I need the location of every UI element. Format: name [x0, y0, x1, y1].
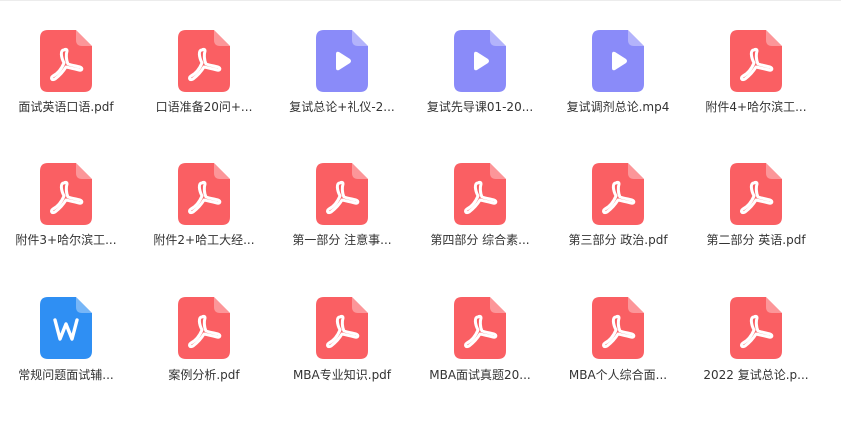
- file-item[interactable]: 复试先导课01-20...: [415, 28, 545, 138]
- file-item[interactable]: 第二部分 英语.pdf: [691, 161, 821, 271]
- pdf-icon: [178, 297, 230, 359]
- file-name: MBA个人综合面...: [568, 368, 668, 382]
- file-item[interactable]: MBA专业知识.pdf: [277, 295, 407, 405]
- file-item[interactable]: 第三部分 政治.pdf: [553, 161, 683, 271]
- file-name: 附件3+哈尔滨工...: [15, 233, 117, 247]
- file-name: 第四部分 综合素...: [430, 233, 530, 247]
- file-item[interactable]: MBA面试真题20...: [415, 295, 545, 405]
- file-name: 第二部分 英语.pdf: [706, 233, 806, 247]
- play-icon: [316, 30, 368, 92]
- pdf-icon: [178, 30, 230, 92]
- file-name: 面试英语口语.pdf: [18, 100, 114, 114]
- file-item[interactable]: 附件3+哈尔滨工...: [1, 161, 131, 271]
- file-item[interactable]: 复试调剂总论.mp4: [553, 28, 683, 138]
- file-item[interactable]: 面试英语口语.pdf: [1, 28, 131, 138]
- file-item[interactable]: 附件4+哈尔滨工...: [691, 28, 821, 138]
- play-icon: [592, 30, 644, 92]
- pdf-icon: [730, 163, 782, 225]
- file-name: 口语准备20问+...: [155, 100, 253, 114]
- file-grid: 面试英语口语.pdf 口语准备20问+... 复试总论+礼仪-2... 复试先导课01…: [0, 0, 841, 422]
- file-item[interactable]: 第四部分 综合素...: [415, 161, 545, 271]
- file-item[interactable]: 口语准备20问+...: [139, 28, 269, 138]
- pdf-icon: [316, 297, 368, 359]
- pdf-icon: [40, 30, 92, 92]
- file-item[interactable]: 2022 复试总论.p...: [691, 295, 821, 405]
- file-name: 复试调剂总论.mp4: [566, 100, 670, 114]
- pdf-icon: [592, 297, 644, 359]
- file-name: 复试先导课01-20...: [426, 100, 534, 114]
- file-name: MBA面试真题20...: [429, 368, 531, 382]
- file-name: 附件4+哈尔滨工...: [705, 100, 807, 114]
- pdf-icon: [730, 297, 782, 359]
- file-name: 第一部分 注意事...: [292, 233, 392, 247]
- file-item[interactable]: 常规问题面试辅...: [1, 295, 131, 405]
- file-name: 附件2+哈工大经...: [153, 233, 255, 247]
- file-name: 常规问题面试辅...: [18, 368, 114, 382]
- pdf-icon: [316, 163, 368, 225]
- file-name: MBA专业知识.pdf: [292, 368, 392, 382]
- file-name: 2022 复试总论.p...: [703, 368, 809, 382]
- pdf-icon: [40, 163, 92, 225]
- file-name: 复试总论+礼仪-2...: [289, 100, 395, 114]
- file-name: 第三部分 政治.pdf: [568, 233, 668, 247]
- pdf-icon: [730, 30, 782, 92]
- file-item[interactable]: MBA个人综合面...: [553, 295, 683, 405]
- pdf-icon: [178, 163, 230, 225]
- pdf-icon: [592, 163, 644, 225]
- file-item[interactable]: 案例分析.pdf: [139, 295, 269, 405]
- file-item[interactable]: 第一部分 注意事...: [277, 161, 407, 271]
- file-name: 案例分析.pdf: [168, 368, 240, 382]
- play-icon: [454, 30, 506, 92]
- file-item[interactable]: 复试总论+礼仪-2...: [277, 28, 407, 138]
- file-item[interactable]: 附件2+哈工大经...: [139, 161, 269, 271]
- pdf-icon: [454, 163, 506, 225]
- word-icon: [40, 297, 92, 359]
- pdf-icon: [454, 297, 506, 359]
